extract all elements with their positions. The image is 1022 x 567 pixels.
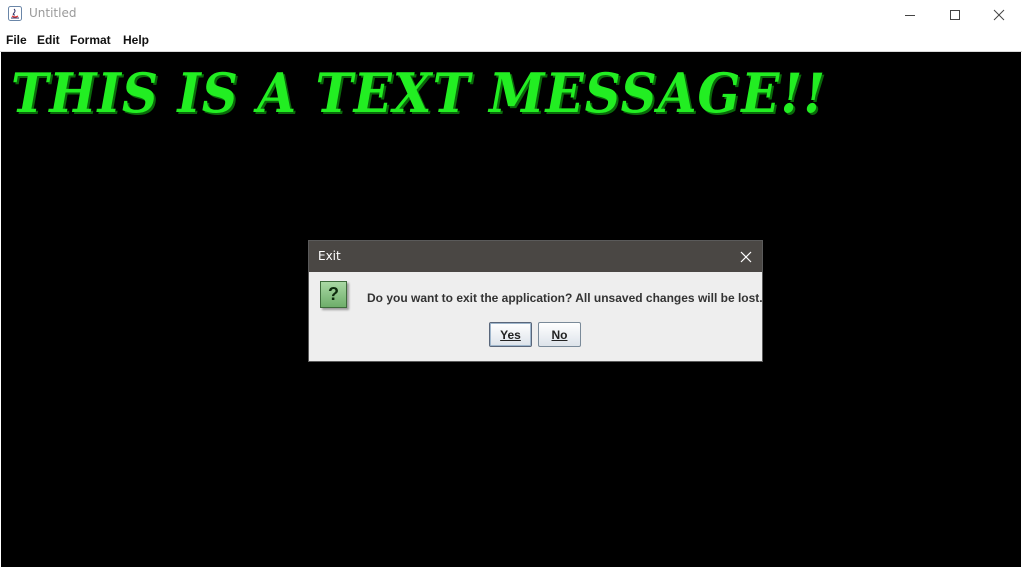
minimize-button[interactable] [887,0,933,29]
title-bar: Untitled [0,0,1022,29]
close-icon [993,9,1005,20]
maximize-icon [950,9,960,20]
exit-dialog: Exit ? Do you want to exit the applicati… [308,240,763,362]
menu-bar: File Edit Format Help [0,29,1022,52]
dialog-title-bar: Exit [309,241,762,272]
close-window-button[interactable] [976,0,1022,29]
maximize-button[interactable] [932,0,978,29]
menu-format[interactable]: Format [70,33,111,47]
editor-text: THIS IS A TEXT MESSAGE!! [11,61,827,125]
java-app-icon [8,6,22,21]
no-button[interactable]: No [538,322,581,347]
minimize-icon [905,14,915,16]
yes-button[interactable]: Yes [489,322,532,347]
window-title: Untitled [29,6,77,20]
question-icon: ? [320,281,347,308]
menu-file[interactable]: File [6,33,27,47]
menu-help[interactable]: Help [123,33,149,47]
menu-edit[interactable]: Edit [37,33,60,47]
dialog-title: Exit [318,249,341,263]
dialog-message: Do you want to exit the application? All… [367,291,763,305]
dialog-close-button[interactable] [730,241,762,272]
close-icon [740,251,752,262]
